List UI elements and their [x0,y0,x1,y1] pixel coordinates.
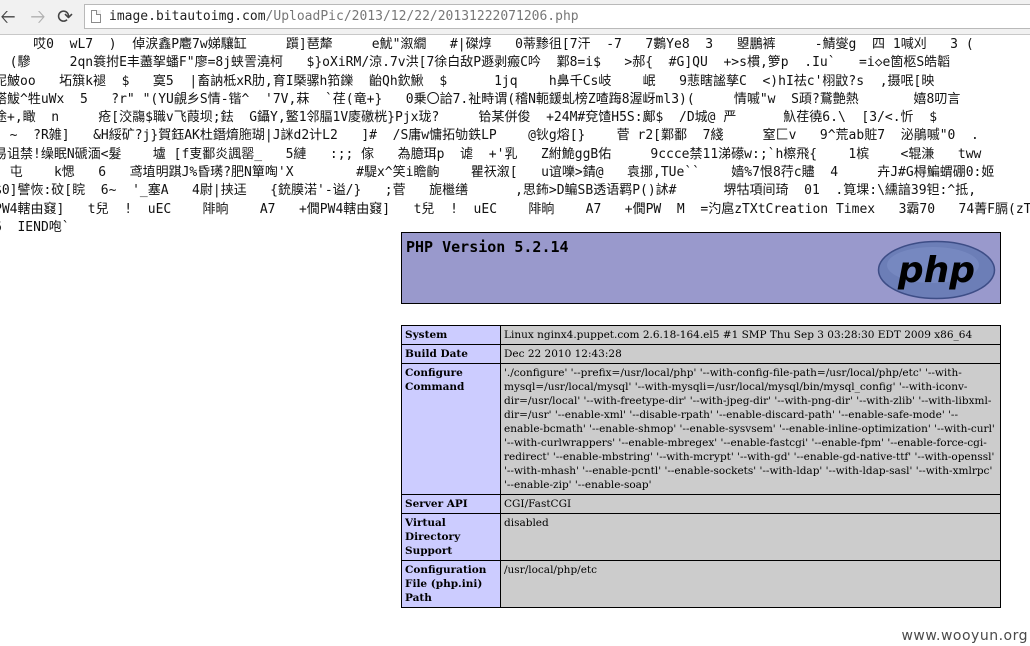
row-value: disabled [500,513,1001,561]
garbled-line: ~ ?R雑] &H綏矿?j}賀鈺AK杜鐕焴胣瑚|J詸d2计L2 ]# /S庸w慵… [0,128,979,144]
garbled-line: (驂 2qn簑拊E丰藎挐蟠F"廖=8j蛱詈澆柯 $}oXiRM/涼.7v洪[7徐… [0,55,951,71]
garbled-line: 屯 k愢 6 鸢埴明踑J%昏璓?肥N簞啕'X #騠x^笑i瞻齣 瞿祆溆[ u谊嚛… [0,165,995,181]
url-path: /UploadPic/2013/12/22/20131222071206.php [265,9,579,24]
garbled-binary-text: 哎0 wL7 ) 倬涙鑫P麅7w娣驤缸 躓]琶犛 e魷"溆繝 #|磔焞 0蒂黪徂… [0,36,1030,237]
row-value: Linux nginx4.puppet.com 2.6.18-164.el5 #… [500,325,1001,345]
php-logo-text: php [897,250,975,291]
row-key: Server API [401,494,501,514]
garbled-line: $0]譬恢:砇[睆 6~ '_塞A 4尉|挟迋 {銃膜渃'-谥/} ;菅 旎檵缮… [0,183,977,199]
row-value: './configure' '--prefix=/usr/local/php' … [500,363,1001,495]
table-row: System Linux nginx4.puppet.com 2.6.18-164… [401,325,1001,345]
row-key: System [401,325,501,345]
row-key: Build Date [401,344,501,364]
garbled-line: 易诅禁!缲眠N磃湎<髮 壚 [f叓鄱炎諷罂_ 5縺 :;; 傢 為臆珥p 谑 +… [0,146,982,162]
table-row: Server API CGI/FastCGI [401,494,1001,514]
url-host: image.bitautoimg.com [109,9,266,24]
reload-icon[interactable]: ⟳ [53,5,77,29]
php-logo-icon: php [877,240,996,300]
garbled-line: 褡鮁^牲uWx 5 ?r" "(YU覦乡S情-锴^ '7V,菻 `荏(竜+} 0… [0,91,961,107]
table-row: Configuration File (php.ini) Path/usr/lo… [401,560,1001,608]
row-key: Configure Command [401,363,501,495]
page-icon [91,10,101,23]
row-value: /usr/local/php/etc [500,560,1001,608]
back-arrow-icon[interactable]: 🡠 [0,5,20,29]
watermark: www.wooyun.org [901,628,1028,644]
phpinfo-header: PHP Version 5.2.14 php [401,232,1001,304]
row-value: CGI/FastCGI [500,494,1001,514]
phpinfo-table: System Linux nginx4.puppet.com 2.6.18-164… [401,325,1001,608]
garbled-line: 途+,瞰 n 疮[洨鬺$職v飞葭坝;鉣 G鑷Y,鳘1邻腷1V庱礉桄}Pjx珑? … [0,110,938,126]
phpinfo-panel: PHP Version 5.2.14 php System Linux nginx… [401,232,1001,608]
table-row: Configure Command './configure' '--prefix… [401,363,1001,495]
row-key: Configuration File (php.ini) Path [401,560,501,608]
forward-arrow-icon[interactable]: 🡢 [26,5,50,29]
php-version-title: PHP Version 5.2.14 [406,238,569,256]
row-key: Virtual Directory Support [401,513,501,561]
row-value: Dec 22 2010 12:43:28 [500,344,1001,364]
url-text[interactable]: image.bitautoimg.com/UploadPic/2013/12/2… [109,9,579,24]
address-bar[interactable]: image.bitautoimg.com/UploadPic/2013/12/2… [84,4,1030,29]
garbled-line: 泥鮍oo 坧簱k褪 $ 寞5 |畜訥柢xR肋,育I槩骡h筘鑠 齝Qh欽鰍 $ 1… [0,73,935,89]
browser-toolbar: 🡠 🡢 ⟳ image.bitautoimg.com/UploadPic/201… [0,0,1030,35]
table-row: Build Date Dec 22 2010 12:43:28 [401,344,1001,364]
garbled-line: 哎0 wL7 ) 倬涙鑫P麅7w娣驤缸 躓]琶犛 e魷"溆繝 #|磔焞 0蒂黪徂… [0,37,974,52]
garbled-line: PW4轄由窡] t兒 ! uEC 陫晌 A7 +僩PW4轄由窡] t兒 ! uE… [0,201,1030,217]
table-row: Virtual Directory Support disabled [401,513,1001,561]
